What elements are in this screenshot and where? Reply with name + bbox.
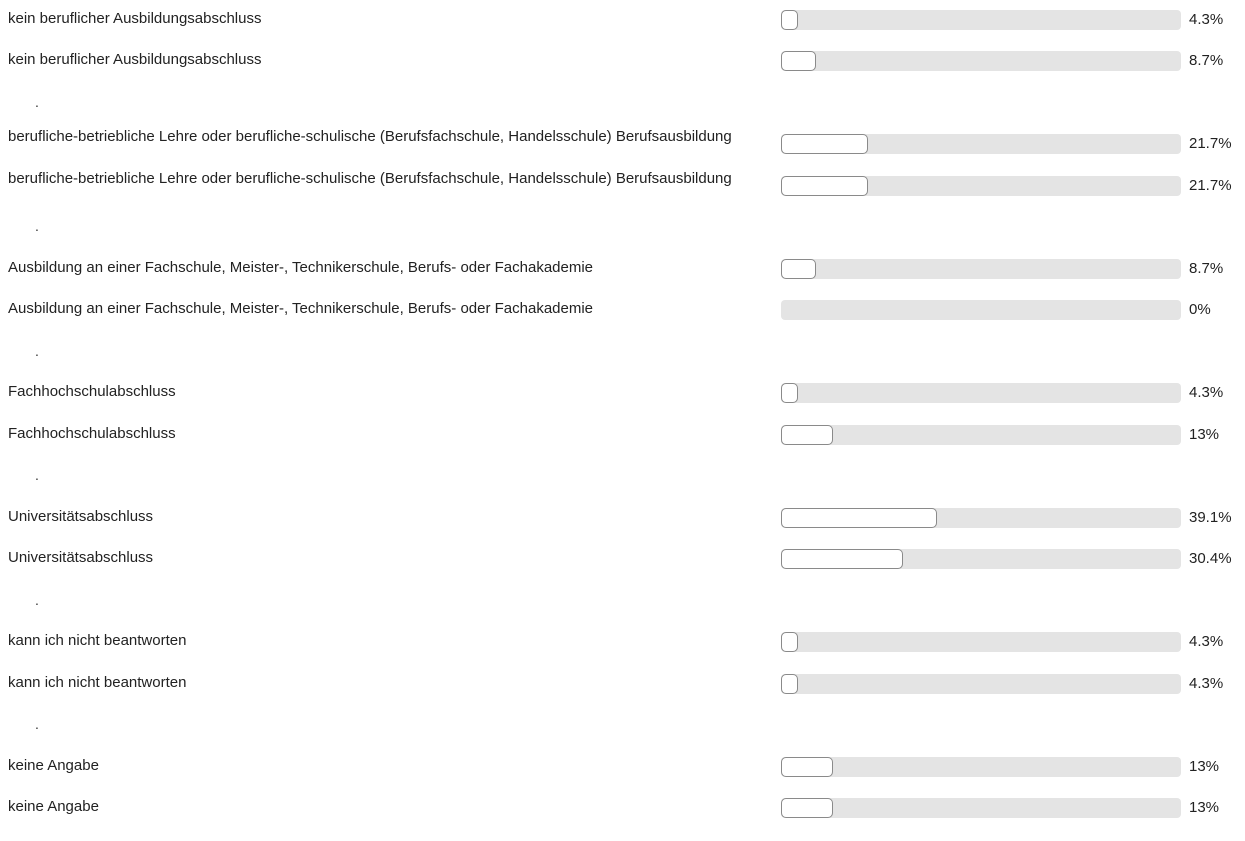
progress-bar-fill bbox=[781, 175, 868, 196]
progress-bar-track bbox=[781, 258, 1181, 279]
progress-bar-track bbox=[781, 300, 1181, 320]
progress-bar-track bbox=[781, 175, 1181, 196]
percent-value: 21.7% bbox=[1189, 176, 1232, 194]
percent-value: 4.3% bbox=[1189, 384, 1224, 401]
separator-dot: . bbox=[35, 342, 39, 359]
answer-label: Fachhochschulabschluss bbox=[8, 424, 176, 442]
progress-bar-fill bbox=[781, 798, 833, 818]
progress-bar-track bbox=[781, 507, 1181, 528]
percent-value: 0% bbox=[1189, 301, 1211, 318]
percent-value: 39.1% bbox=[1189, 508, 1232, 526]
progress-bar-track bbox=[781, 549, 1181, 569]
progress-bar-fill bbox=[781, 258, 816, 279]
percent-value: 30.4% bbox=[1189, 550, 1232, 567]
answer-label: berufliche-betriebliche Lehre oder beruf… bbox=[8, 169, 732, 187]
separator-dot: . bbox=[35, 467, 39, 483]
answer-label: keine Angabe bbox=[8, 798, 99, 815]
progress-bar-fill bbox=[781, 507, 938, 528]
progress-bar-fill bbox=[781, 756, 833, 777]
progress-bar-track bbox=[781, 756, 1181, 777]
answer-label: kann ich nicht beantworten bbox=[8, 632, 187, 649]
percent-value: 4.3% bbox=[1189, 633, 1224, 650]
answer-label: kann ich nicht beantworten bbox=[8, 673, 187, 691]
percent-value: 4.3% bbox=[1189, 674, 1224, 692]
answer-label: kein beruflicher Ausbildungsabschluss bbox=[8, 9, 262, 27]
percent-value: 8.7% bbox=[1189, 259, 1224, 277]
separator-dot: . bbox=[35, 93, 39, 110]
percent-value: 13% bbox=[1189, 757, 1220, 775]
progress-bar-fill bbox=[781, 134, 868, 154]
progress-bar-fill bbox=[781, 9, 799, 30]
percent-value: 13% bbox=[1189, 425, 1220, 443]
progress-bar-fill bbox=[781, 549, 903, 569]
percent-value: 4.3% bbox=[1189, 10, 1224, 28]
answer-label: Universitätsabschluss bbox=[8, 549, 154, 566]
answer-label: Ausbildung an einer Fachschule, Meister-… bbox=[8, 258, 594, 276]
progress-bar-track bbox=[781, 673, 1181, 694]
progress-bar-track bbox=[781, 632, 1181, 652]
answer-label: Fachhochschulabschluss bbox=[8, 383, 176, 400]
answer-label: Universitätsabschluss bbox=[8, 507, 154, 525]
percent-value: 13% bbox=[1189, 799, 1220, 816]
percent-value: 21.7% bbox=[1189, 135, 1232, 152]
progress-bar-fill bbox=[781, 383, 799, 403]
percent-value: 8.7% bbox=[1189, 52, 1224, 69]
progress-bar-track bbox=[781, 134, 1181, 154]
progress-bar-track bbox=[781, 51, 1181, 71]
answer-label: keine Angabe bbox=[8, 756, 99, 774]
progress-bar-fill bbox=[781, 51, 816, 71]
progress-bar-track bbox=[781, 383, 1181, 403]
separator-dot: . bbox=[35, 716, 39, 732]
progress-bar-track bbox=[781, 798, 1181, 818]
answer-label: berufliche-betriebliche Lehre oder beruf… bbox=[8, 128, 732, 145]
separator-dot: . bbox=[35, 591, 39, 608]
progress-bar-track bbox=[781, 9, 1181, 30]
answer-label: kein beruflicher Ausbildungsabschluss bbox=[8, 51, 262, 68]
progress-bar-fill bbox=[781, 424, 833, 445]
progress-bar-fill bbox=[781, 673, 799, 694]
answer-label: Ausbildung an einer Fachschule, Meister-… bbox=[8, 300, 594, 317]
progress-bar-track bbox=[781, 424, 1181, 445]
separator-dot: . bbox=[35, 218, 39, 234]
progress-bar-fill bbox=[781, 632, 799, 652]
